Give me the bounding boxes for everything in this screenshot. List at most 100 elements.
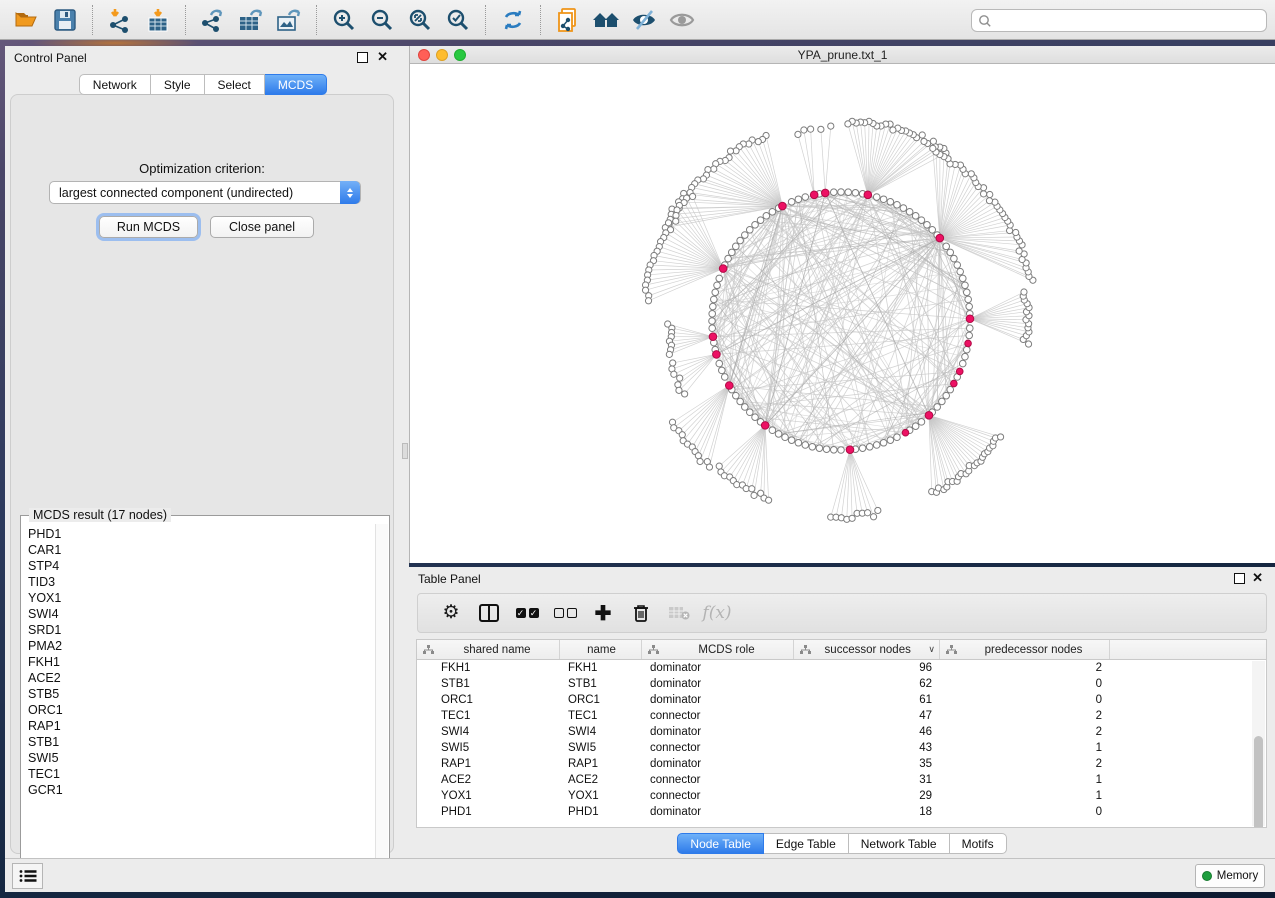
result-node[interactable]: PHD1	[28, 526, 374, 542]
leaf-node[interactable]	[711, 166, 717, 172]
network-node[interactable]	[924, 222, 931, 229]
leaf-node[interactable]	[1016, 248, 1022, 254]
column-header-MCDS-role[interactable]: MCDS role	[642, 640, 794, 659]
leaf-node[interactable]	[700, 176, 706, 182]
table-row[interactable]: TEC1TEC1connector472	[417, 708, 1266, 724]
network-node[interactable]	[900, 205, 907, 212]
network-node[interactable]	[788, 199, 795, 206]
tab-style[interactable]: Style	[151, 74, 205, 95]
tab-network-table[interactable]: Network Table	[849, 833, 950, 854]
result-node[interactable]: TID3	[28, 574, 374, 590]
network-node[interactable]	[873, 194, 880, 201]
network-node[interactable]	[795, 439, 802, 446]
network-node[interactable]	[809, 443, 816, 450]
network-node[interactable]	[795, 196, 802, 203]
tab-network[interactable]: Network	[79, 74, 151, 95]
zoom-out-icon[interactable]	[363, 4, 401, 36]
search-field[interactable]	[992, 14, 1260, 28]
leaf-node[interactable]	[1013, 229, 1019, 235]
leaf-node[interactable]	[818, 126, 824, 132]
network-node[interactable]	[716, 360, 723, 367]
memory-button[interactable]: Memory	[1195, 864, 1265, 888]
result-node[interactable]: FKH1	[28, 654, 374, 670]
table-row[interactable]: SWI5SWI5connector431	[417, 740, 1266, 756]
leaf-node[interactable]	[671, 371, 677, 377]
leaf-node[interactable]	[980, 191, 986, 197]
result-node[interactable]: PMA2	[28, 638, 374, 654]
leaf-node[interactable]	[645, 298, 651, 304]
network-node[interactable]	[737, 237, 744, 244]
leaf-node[interactable]	[921, 138, 927, 144]
network-node[interactable]	[830, 446, 837, 453]
dominator-node[interactable]	[902, 429, 909, 436]
network-node[interactable]	[752, 414, 759, 421]
leaf-node[interactable]	[716, 463, 722, 469]
network-node[interactable]	[929, 226, 936, 233]
network-node[interactable]	[912, 212, 919, 219]
close-panel-icon[interactable]: ✕	[377, 50, 388, 64]
table-row[interactable]: PHD1PHD1dominator180	[417, 804, 1266, 820]
network-node[interactable]	[802, 194, 809, 201]
close-panel-icon[interactable]: ✕	[1252, 571, 1263, 585]
column-header-successor-nodes[interactable]: successor nodes∨	[794, 640, 940, 659]
network-node[interactable]	[943, 243, 950, 250]
table-row[interactable]: RAP1RAP1dominator352	[417, 756, 1266, 772]
network-node[interactable]	[830, 189, 837, 196]
network-node[interactable]	[737, 398, 744, 405]
network-node[interactable]	[710, 303, 717, 310]
leaf-node[interactable]	[755, 139, 761, 145]
dominator-node[interactable]	[713, 351, 721, 359]
result-node[interactable]: ORC1	[28, 702, 374, 718]
result-node[interactable]: SWI4	[28, 606, 374, 622]
network-node[interactable]	[712, 289, 719, 296]
tab-mcds[interactable]: MCDS	[265, 74, 327, 95]
network-node[interactable]	[752, 222, 759, 229]
network-node[interactable]	[845, 189, 852, 196]
result-node[interactable]: STB1	[28, 734, 374, 750]
result-node[interactable]: ACE2	[28, 670, 374, 686]
leaf-node[interactable]	[682, 391, 688, 397]
network-node[interactable]	[880, 196, 887, 203]
leaf-node[interactable]	[749, 486, 755, 492]
network-node[interactable]	[746, 226, 753, 233]
leaf-node[interactable]	[987, 191, 993, 197]
zoom-fit-icon[interactable]	[401, 4, 439, 36]
network-node[interactable]	[802, 442, 809, 449]
result-node[interactable]: SWI5	[28, 750, 374, 766]
delete-column-icon[interactable]	[622, 598, 660, 628]
leaf-node[interactable]	[670, 360, 676, 366]
network-node[interactable]	[719, 367, 726, 374]
network-node[interactable]	[859, 445, 866, 452]
settings-gear-icon[interactable]: ⚙	[432, 598, 470, 628]
leaf-node[interactable]	[706, 464, 712, 470]
dominator-node[interactable]	[846, 446, 854, 454]
dominator-node[interactable]	[936, 234, 944, 242]
vertical-splitter[interactable]	[401, 46, 409, 858]
dominator-node[interactable]	[965, 340, 972, 347]
network-node[interactable]	[934, 404, 941, 411]
network-node[interactable]	[962, 282, 969, 289]
leaf-node[interactable]	[666, 351, 672, 357]
leaf-node[interactable]	[890, 127, 896, 133]
first-neighbors-icon[interactable]	[587, 4, 625, 36]
network-node[interactable]	[951, 255, 958, 262]
leaf-node[interactable]	[801, 127, 807, 133]
network-node[interactable]	[732, 392, 739, 399]
leaf-node[interactable]	[676, 387, 682, 393]
show-column-icon[interactable]	[470, 598, 508, 628]
leaf-node[interactable]	[751, 492, 757, 498]
network-node[interactable]	[709, 325, 716, 332]
leaf-node[interactable]	[1021, 289, 1027, 295]
network-node[interactable]	[742, 404, 749, 411]
export-image-icon[interactable]	[270, 4, 308, 36]
leaf-node[interactable]	[795, 131, 801, 137]
tab-edge-table[interactable]: Edge Table	[764, 833, 849, 854]
network-node[interactable]	[757, 217, 764, 224]
network-node[interactable]	[866, 443, 873, 450]
result-node[interactable]: STB5	[28, 686, 374, 702]
mcds-result-list[interactable]: PHD1CAR1STP4TID3YOX1SWI4SRD1PMA2FKH1ACE2…	[22, 524, 374, 883]
network-node[interactable]	[732, 243, 739, 250]
task-history-button[interactable]	[12, 863, 43, 889]
table-row[interactable]: YOX1YOX1connector291	[417, 788, 1266, 804]
network-node[interactable]	[887, 437, 894, 444]
